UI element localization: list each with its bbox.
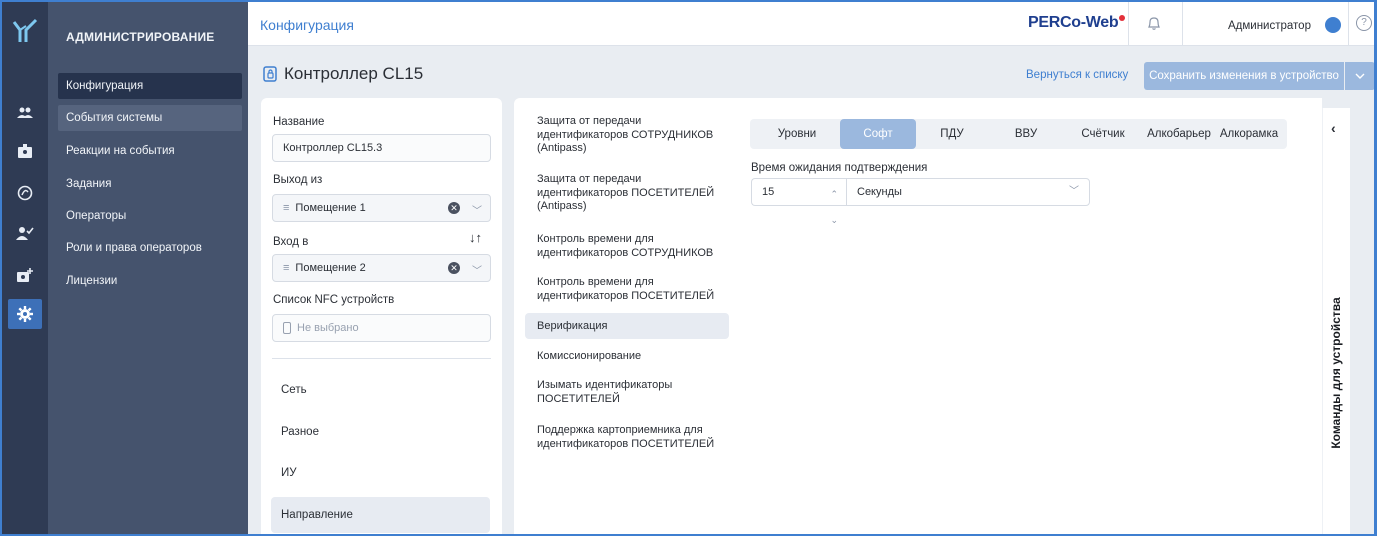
list-item[interactable]: Контроль времени для идентификаторов ПОС…: [525, 271, 729, 308]
device-commands-panel[interactable]: ‹ Команды для устройства: [1322, 108, 1350, 534]
tab-vvu[interactable]: ВВУ: [1000, 119, 1052, 149]
sidebar-item-configuration[interactable]: Конфигурация: [58, 73, 242, 99]
list-item[interactable]: Комиссионирование: [525, 345, 729, 369]
wait-time-input[interactable]: 15 ⌃ ⌄: [751, 178, 846, 225]
tab-alcobarrier[interactable]: Алкобарьер: [1142, 119, 1216, 149]
exit-room-value: Помещение 1: [295, 202, 366, 214]
divider: [1348, 2, 1349, 46]
swap-icon[interactable]: ↓↑: [469, 230, 482, 245]
page-header: Контроллер CL15 Вернуться к списку Сохра…: [248, 46, 1374, 98]
verification-content: Уровни Софт ПДУ ВВУ Счётчик Алкобарьер А…: [740, 98, 1322, 534]
name-input[interactable]: Контроллер CL15.3: [272, 134, 491, 162]
section-network[interactable]: Сеть: [271, 372, 490, 408]
list-icon: ≡: [283, 202, 290, 214]
list-icon: ≡: [283, 262, 290, 274]
time-unit-value: Секунды: [857, 186, 902, 198]
wait-time-value: 15: [762, 186, 775, 198]
tab-counter[interactable]: Счётчик: [1068, 119, 1138, 149]
direction-settings-list: Защита от передачи идентификаторов СОТРУ…: [514, 98, 740, 534]
clear-icon[interactable]: ✕: [448, 262, 460, 274]
chevron-down-icon[interactable]: ﹀: [472, 259, 482, 285]
exit-label: Выход из: [273, 174, 323, 186]
breadcrumb[interactable]: Конфигурация: [260, 17, 354, 33]
page-title: Контроллер CL15: [284, 64, 424, 83]
chevron-down-icon[interactable]: ﹀: [1069, 179, 1079, 205]
clear-icon[interactable]: ✕: [448, 202, 460, 214]
sidebar-item-tasks[interactable]: Задания: [58, 171, 242, 197]
chevron-down-icon[interactable]: ﹀: [472, 199, 482, 225]
users-icon[interactable]: [10, 100, 40, 126]
tab-levels[interactable]: Уровни: [762, 119, 832, 149]
user-name[interactable]: Администратор: [1228, 20, 1311, 32]
top-bar: Конфигурация PERCo-Web Администратор ?: [248, 2, 1374, 46]
entry-label: Вход в: [273, 236, 309, 248]
entry-room-value: Помещение 2: [295, 262, 366, 274]
time-unit-select[interactable]: Секунды ﹀: [846, 178, 1090, 206]
nfc-devices-select[interactable]: Не выбрано: [272, 314, 491, 342]
list-item[interactable]: Верификация: [525, 313, 729, 339]
avatar[interactable]: [1325, 17, 1341, 33]
bell-icon[interactable]: [1146, 15, 1162, 31]
tab-soft[interactable]: Софт: [840, 119, 916, 149]
phone-icon: [283, 322, 291, 335]
entry-room-select[interactable]: ≡ Помещение 2 ✕ ﹀: [272, 254, 491, 282]
list-item[interactable]: Контроль времени для идентификаторов СОТ…: [525, 228, 729, 265]
sidebar-title: АДМИНИСТРИРОВАНИЕ: [66, 30, 215, 44]
chevron-down-icon: [1355, 73, 1365, 79]
help-icon[interactable]: ?: [1356, 15, 1372, 31]
tab-bar: Уровни Софт ПДУ ВВУ Счётчик Алкобарьер А…: [750, 119, 1287, 149]
section-actuator[interactable]: ИУ: [271, 455, 490, 491]
sidebar-item-operators[interactable]: Операторы: [58, 203, 242, 229]
list-item[interactable]: Защита от передачи идентификаторов СОТРУ…: [525, 110, 729, 161]
gear-icon[interactable]: [8, 299, 42, 329]
nfc-label: Список NFC устройств: [273, 294, 395, 306]
lock-icon: [263, 66, 277, 82]
stepper-icon[interactable]: ⌃ ⌄: [830, 181, 838, 233]
tab-alcoframe[interactable]: Алкорамка: [1216, 119, 1282, 149]
brand-dot-icon: [1119, 15, 1126, 21]
badge-icon[interactable]: [10, 138, 40, 164]
wait-time-label: Время ожидания подтверждения: [751, 162, 928, 174]
tab-pdu[interactable]: ПДУ: [926, 119, 978, 149]
list-item[interactable]: Изымать идентификаторы ПОСЕТИТЕЛЕЙ: [525, 374, 729, 411]
section-direction[interactable]: Направление: [271, 497, 490, 533]
back-to-list-link[interactable]: Вернуться к списку: [1026, 69, 1128, 81]
perco-logo-icon[interactable]: [10, 16, 40, 46]
list-item[interactable]: Поддержка картоприемника для идентификат…: [525, 419, 729, 456]
section-misc[interactable]: Разное: [271, 414, 490, 450]
exit-room-select[interactable]: ≡ Помещение 1 ✕ ﹀: [272, 194, 491, 222]
save-to-device-button[interactable]: Сохранить изменения в устройство: [1144, 62, 1344, 90]
sidebar-item-licenses[interactable]: Лицензии: [58, 268, 242, 294]
sidebar-item-roles[interactable]: Роли и права операторов: [58, 235, 242, 261]
device-properties-panel: Название Контроллер CL15.3 Выход из ≡ Пом…: [261, 98, 502, 534]
user-check-icon[interactable]: [10, 220, 40, 246]
chevron-left-icon[interactable]: ‹: [1331, 120, 1336, 136]
divider: [1182, 2, 1183, 46]
save-options-button[interactable]: [1345, 62, 1374, 90]
name-label: Название: [273, 116, 325, 128]
app-frame: АДМИНИСТРИРОВАНИЕ Конфигурация События с…: [0, 0, 1377, 536]
sidebar-item-event-reactions[interactable]: Реакции на события: [58, 138, 242, 164]
brand-logo: PERCo-Web: [1028, 14, 1126, 32]
fingerprint-icon[interactable]: [10, 180, 40, 206]
device-commands-title: Команды для устройства: [1329, 297, 1343, 449]
icon-rail: [2, 2, 48, 534]
divider: [272, 358, 491, 359]
add-badge-icon[interactable]: [10, 262, 40, 288]
nfc-placeholder: Не выбрано: [297, 322, 359, 334]
list-item[interactable]: Защита от передачи идентификаторов ПОСЕТ…: [525, 168, 729, 219]
sidebar-item-system-events[interactable]: События системы: [58, 105, 242, 131]
divider: [1128, 2, 1129, 46]
admin-sidebar: АДМИНИСТРИРОВАНИЕ Конфигурация События с…: [48, 2, 248, 534]
